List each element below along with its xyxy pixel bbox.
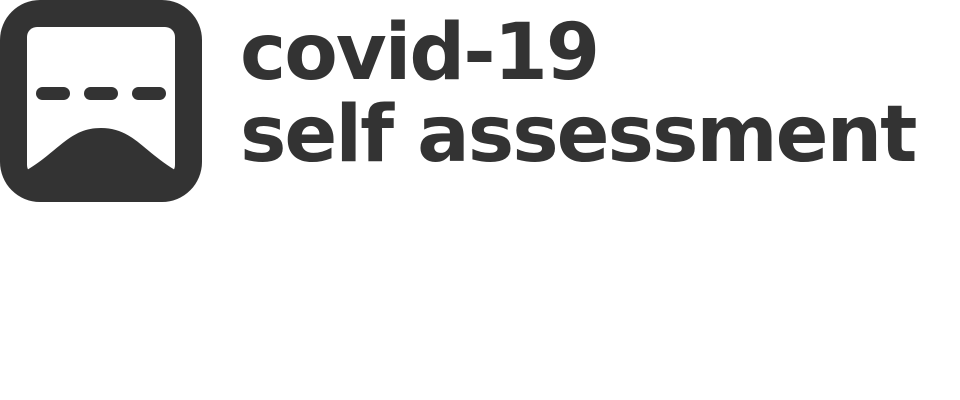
wordmark-line-1: covid-19 bbox=[240, 8, 600, 98]
app-logo: covid-19 self assessment bbox=[0, 0, 960, 205]
wordmark-line-2: self assessment bbox=[240, 90, 917, 180]
curve-chart-icon bbox=[0, 0, 202, 202]
app-wordmark: covid-19 self assessment bbox=[240, 14, 955, 178]
